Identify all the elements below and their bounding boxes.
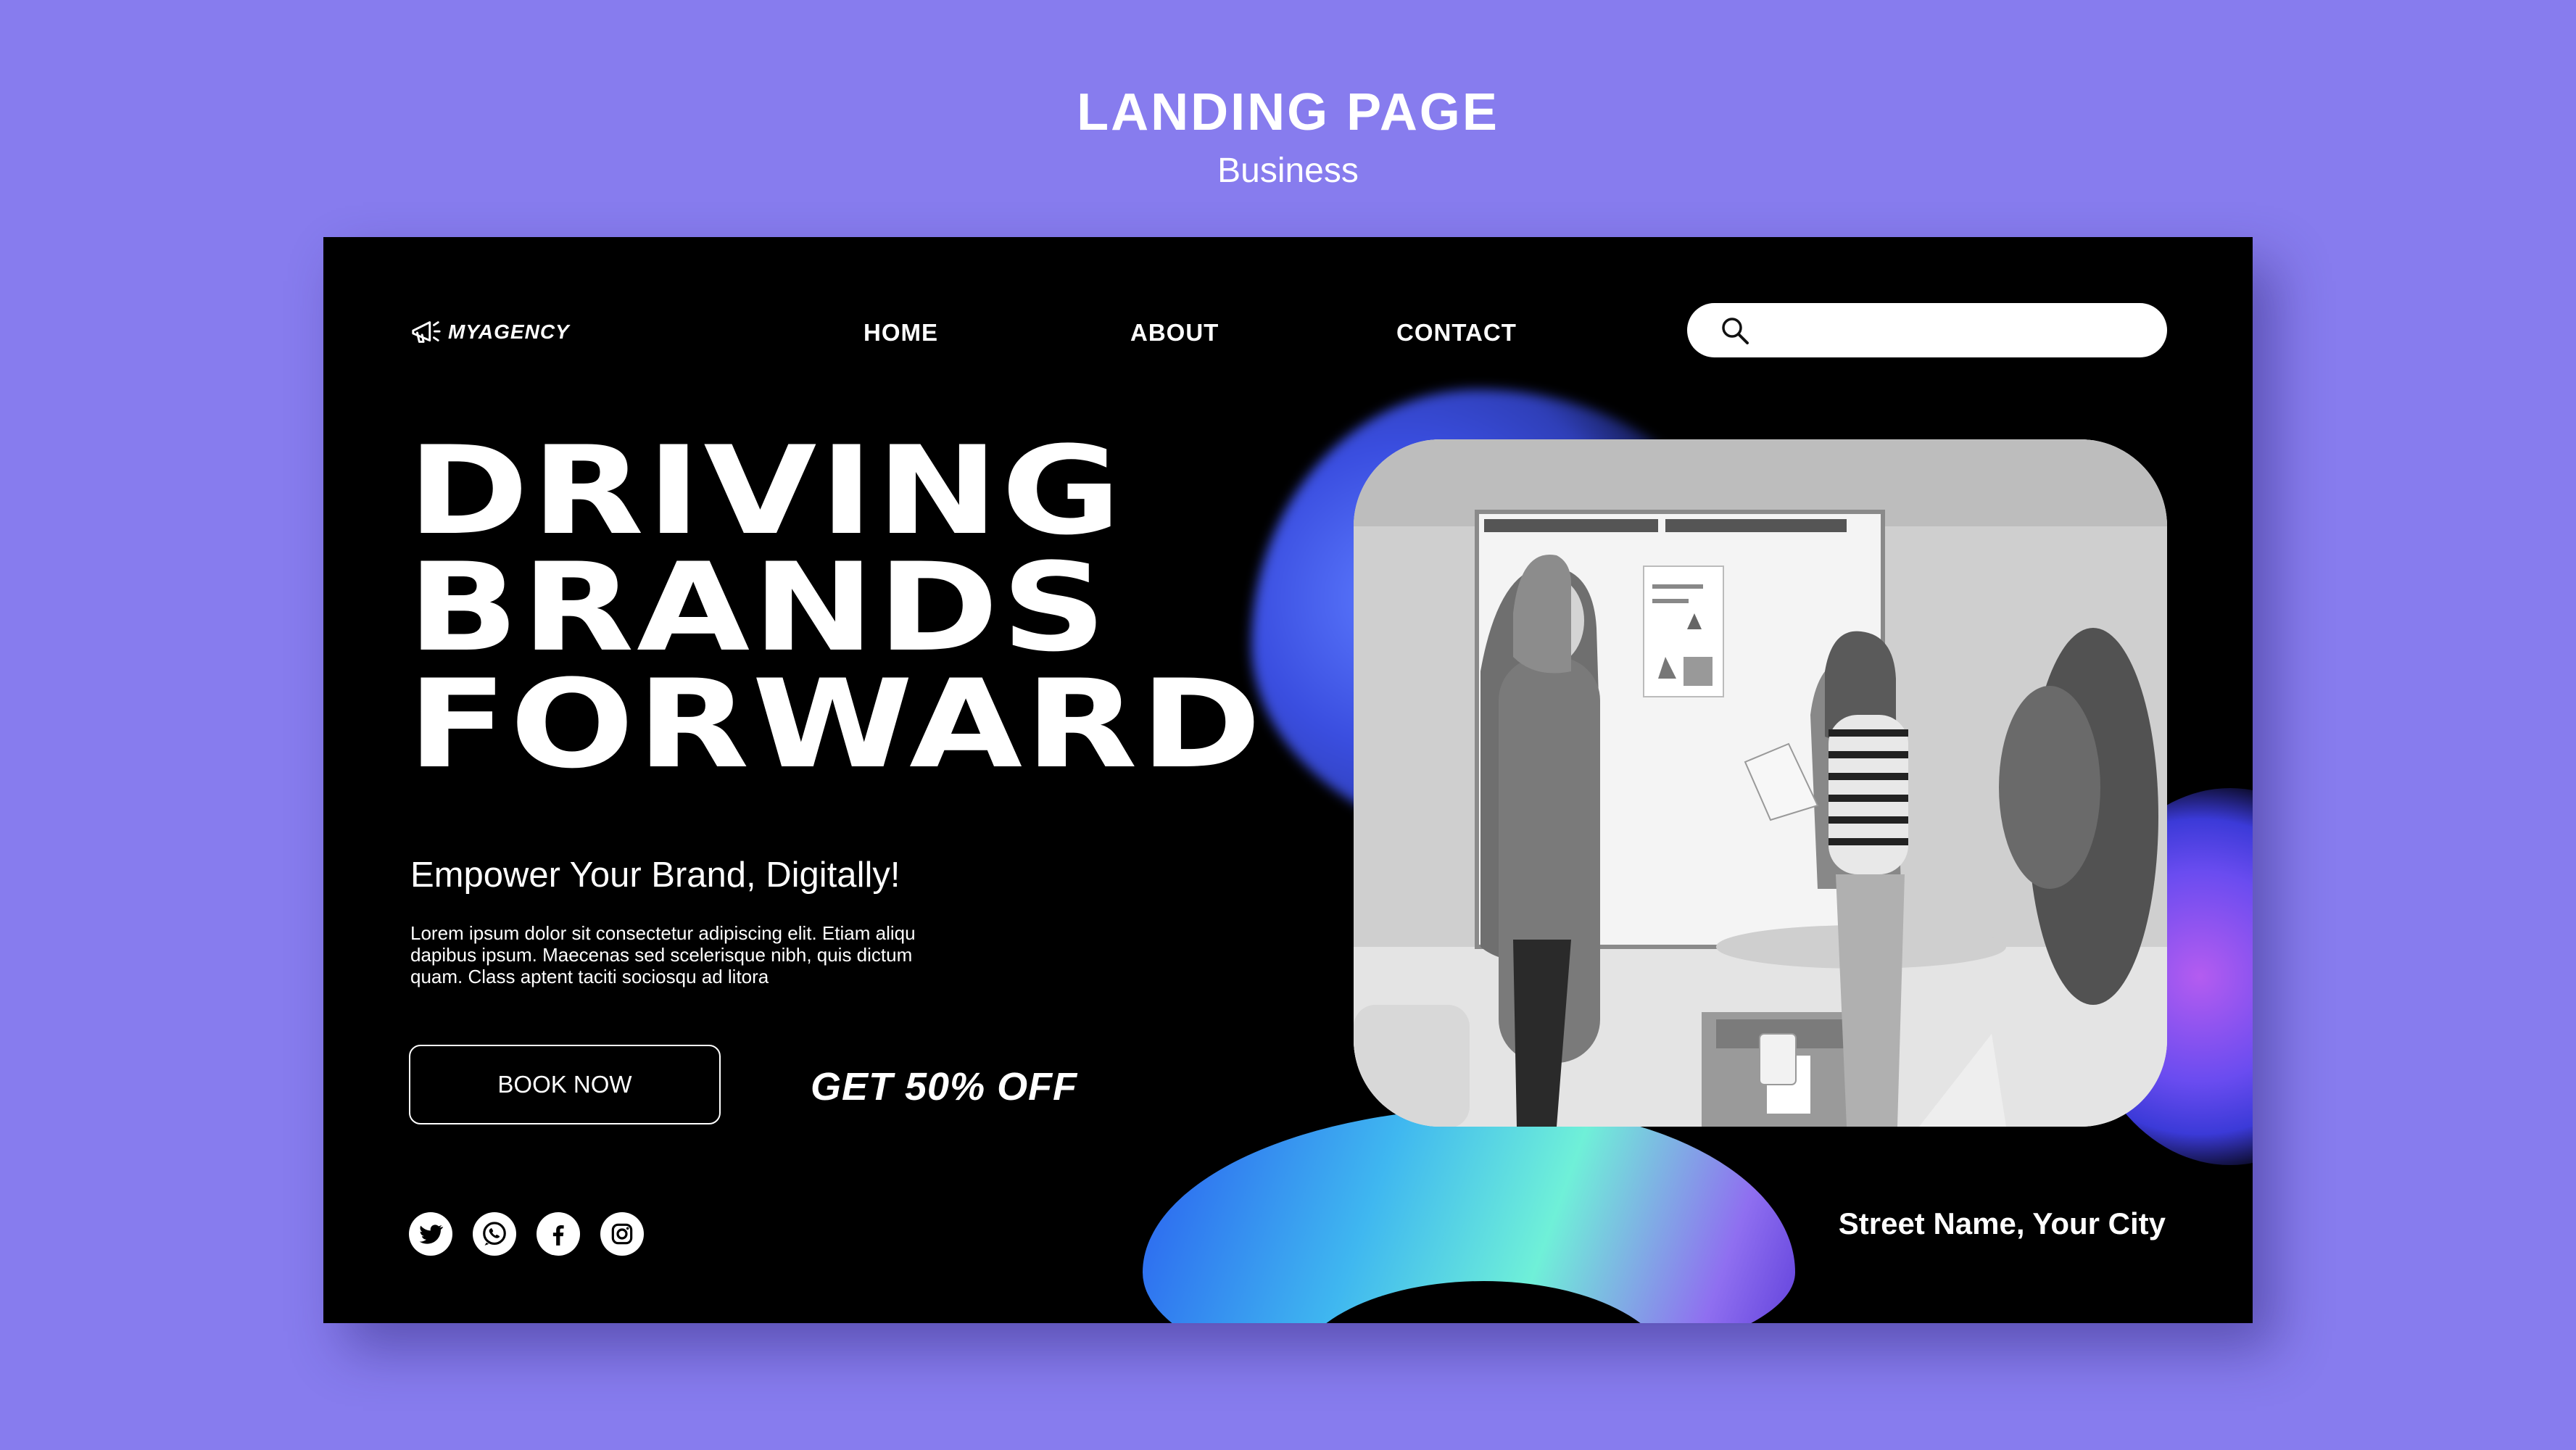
- nav-home[interactable]: HOME: [864, 318, 938, 347]
- instagram-icon: [611, 1223, 633, 1245]
- facebook-icon: [552, 1225, 564, 1246]
- nav-about[interactable]: ABOUT: [1130, 318, 1219, 347]
- hero-body-text: Lorem ipsum dolor sit consectetur adipis…: [410, 922, 916, 987]
- megaphone-icon: [412, 321, 441, 343]
- page-header: LANDING PAGE Business: [0, 80, 2576, 193]
- book-now-button[interactable]: BOOK NOW: [409, 1045, 721, 1124]
- whatsapp-icon: [483, 1222, 506, 1246]
- search-bar[interactable]: [1687, 303, 2167, 357]
- whatsapp-link[interactable]: [473, 1212, 516, 1256]
- hero-headline-line: BRANDS: [407, 536, 1109, 679]
- page-subtitle: Business: [1217, 152, 1359, 190]
- address-text: Street Name, Your City: [1838, 1206, 2166, 1240]
- twitter-link[interactable]: [409, 1212, 452, 1256]
- instagram-link[interactable]: [600, 1212, 644, 1256]
- hero-headline-line: DRIVING: [407, 420, 1125, 562]
- nav-contact[interactable]: CONTACT: [1396, 318, 1517, 347]
- search-input[interactable]: [1761, 307, 2145, 353]
- social-links: [409, 1212, 644, 1256]
- photo-illustration: [1354, 439, 2167, 1127]
- team-meeting-photo: [1354, 439, 2167, 1127]
- brand-name: MYAGENCY: [448, 320, 570, 343]
- hero-headline: DRIVING BRANDS FORWARD: [407, 420, 1264, 795]
- page-title: LANDING PAGE: [1077, 83, 1499, 141]
- hero-tagline: Empower Your Brand, Digitally!: [410, 856, 900, 895]
- promo-text: GET 50% OFF: [811, 1065, 1078, 1109]
- twitter-icon: [419, 1225, 444, 1244]
- hero-headline-line: FORWARD: [407, 653, 1264, 795]
- landing-page-mockup: MYAGENCY HOME ABOUT CONTACT DRIVING BRAN…: [323, 237, 2253, 1323]
- brand-logo[interactable]: MYAGENCY: [409, 315, 570, 349]
- search-icon[interactable]: [1719, 315, 1751, 347]
- facebook-link[interactable]: [537, 1212, 580, 1256]
